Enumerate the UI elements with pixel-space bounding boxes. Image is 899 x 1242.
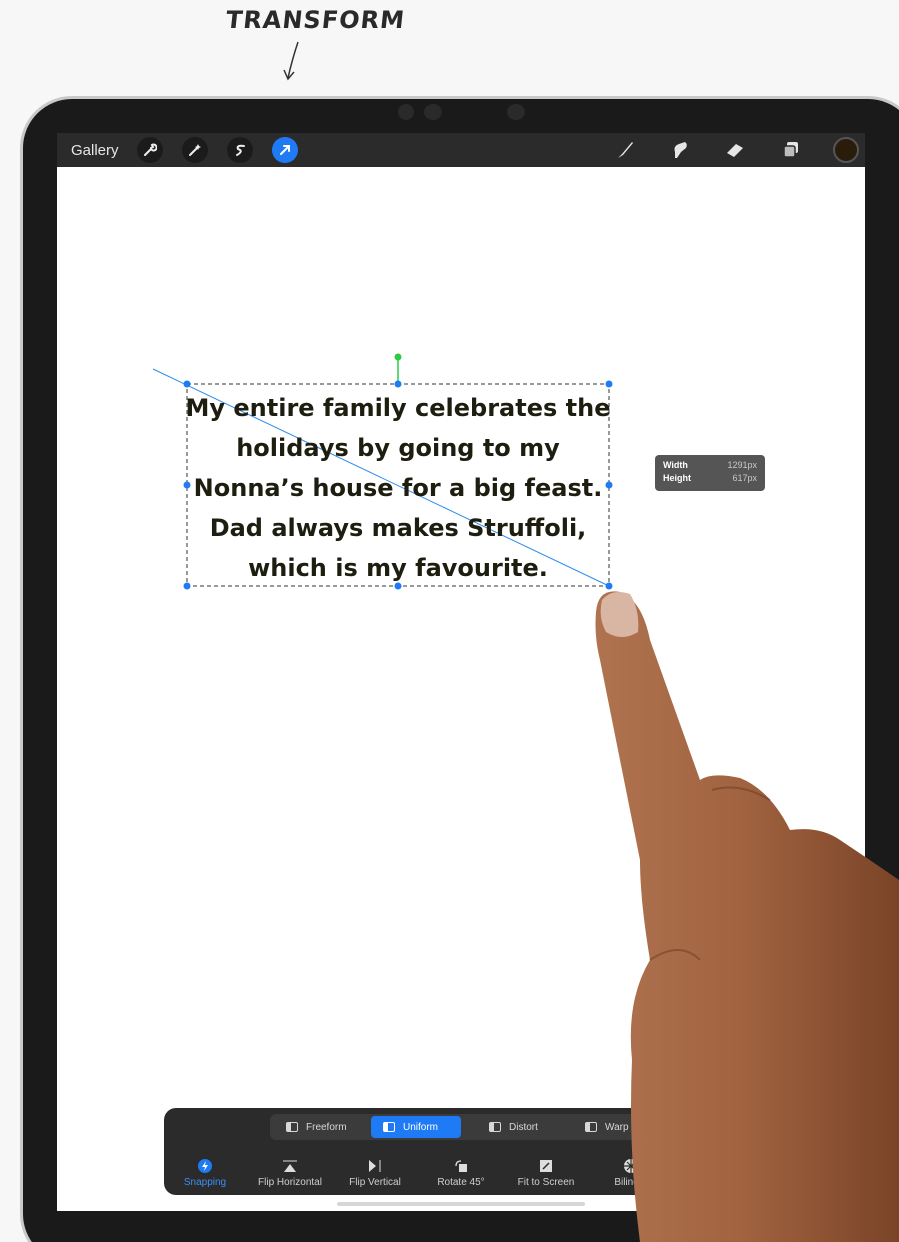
hand-pointer-image <box>595 591 899 1242</box>
